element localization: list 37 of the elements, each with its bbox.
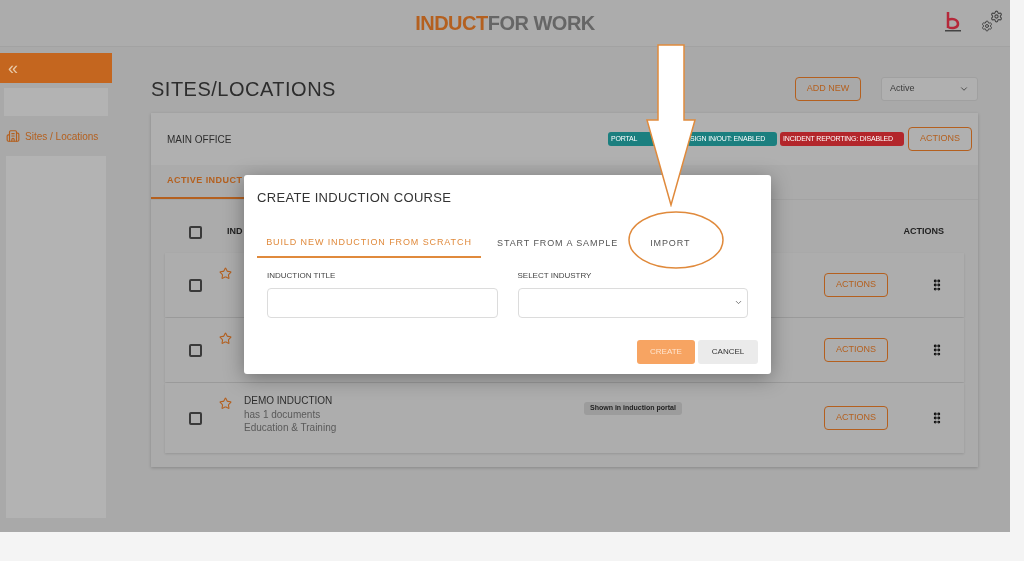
logo-text: INDUCT <box>415 11 488 36</box>
star-icon[interactable] <box>219 397 232 410</box>
cancel-button[interactable]: CANCEL <box>698 339 758 364</box>
field-label: SELECT INDUSTRY <box>517 269 593 282</box>
tab[interactable]: START FROM A SAMPLE <box>481 229 635 258</box>
induction-detail: has 1 documents <box>244 408 322 421</box>
create-button[interactable]: CREATE <box>637 339 695 364</box>
induction-title: DEMO INDUCTION <box>244 394 334 408</box>
field-label: INDUCTION TITLE <box>267 269 337 282</box>
page-title: SITES/LOCATIONS <box>151 77 337 102</box>
actions-button[interactable]: ACTIONS <box>908 127 972 151</box>
settings-icon[interactable] <box>981 10 1003 32</box>
tab[interactable]: BUILD NEW INDUCTION FROM SCRATCH <box>257 229 481 258</box>
checkbox[interactable] <box>189 225 202 239</box>
column-header: IND <box>227 225 243 239</box>
title-input[interactable] <box>267 287 498 318</box>
chevron-down-icon <box>959 84 969 94</box>
checkbox[interactable] <box>189 278 202 292</box>
star-icon[interactable] <box>219 332 232 345</box>
checkbox[interactable] <box>189 411 202 425</box>
dialog-title: CREATE INDUCTION COURSE <box>257 189 453 207</box>
chevron-down-icon <box>734 298 743 307</box>
actions-button[interactable]: ACTIONS <box>824 273 888 297</box>
star-icon[interactable] <box>219 267 232 280</box>
induction-detail: Education & Training <box>244 421 338 434</box>
actions-button[interactable]: ACTIONS <box>824 338 888 362</box>
collapse-button[interactable]: « <box>0 53 112 83</box>
actions-button[interactable]: ACTIONS <box>824 406 888 430</box>
checkbox[interactable] <box>189 343 202 357</box>
brand-logo-icon <box>942 10 964 32</box>
add-new-button[interactable]: ADD NEW <box>795 77 861 101</box>
sidebar-item[interactable]: Sites / Locations <box>0 121 112 151</box>
site-name: MAIN OFFICE <box>167 132 233 147</box>
building-icon <box>6 129 20 143</box>
logo-text: FOR WORK <box>487 11 595 36</box>
status-select[interactable]: Active <box>881 77 978 101</box>
column-header: ACTIONS <box>903 225 944 239</box>
